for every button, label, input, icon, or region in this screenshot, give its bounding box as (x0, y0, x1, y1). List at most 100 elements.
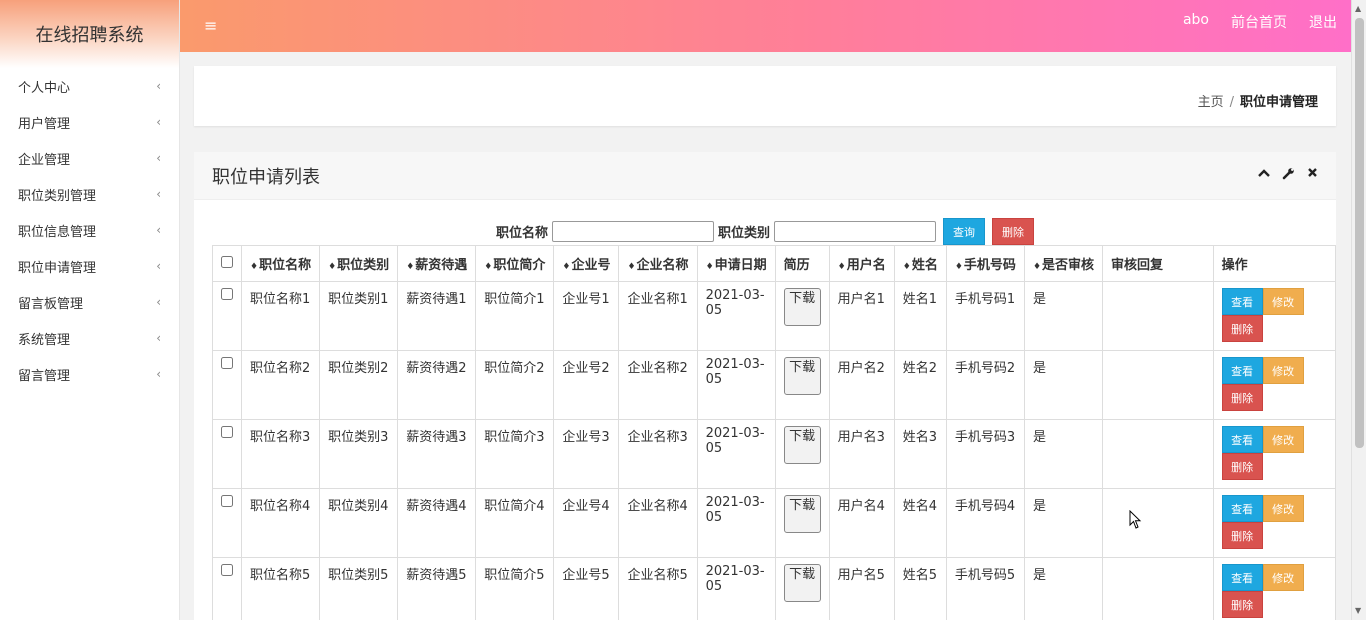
delete-button[interactable]: 删除 (1221, 315, 1263, 342)
view-button[interactable]: 查看 (1221, 564, 1263, 591)
download-resume-button[interactable]: 下载 (783, 288, 821, 326)
menu-toggle-icon[interactable]: ≡ (204, 16, 217, 35)
position-name-input[interactable] (552, 221, 714, 242)
cell-company-no: 企业号3 (553, 419, 620, 489)
applications-table: ♦职位名称 ♦职位类别 ♦薪资待遇 ♦职位简介 ♦企业号 ♦企业名称 ♦申请日期… (212, 245, 1336, 620)
delete-button[interactable]: 删除 (1221, 522, 1263, 549)
cell-resume: 下载 (774, 350, 830, 420)
close-icon[interactable] (1307, 167, 1318, 184)
panel-title: 职位申请列表 (212, 166, 320, 188)
col-intro[interactable]: ♦职位简介 (475, 245, 555, 282)
col-company-name[interactable]: ♦企业名称 (618, 245, 698, 282)
cell-salary: 薪资待遇5 (397, 557, 477, 620)
row-actions: 查看 修改 删除 (1221, 564, 1327, 618)
view-button[interactable]: 查看 (1221, 426, 1263, 453)
list-panel: 职位申请列表 职位名称 职位类别 查询 删除 ♦职位名称 ♦职位类别 ♦薪资待遇… (194, 152, 1336, 620)
download-resume-button[interactable]: 下载 (783, 564, 821, 602)
cell-realname: 姓名2 (893, 350, 947, 420)
cell-username: 用户名1 (828, 281, 895, 351)
search-button[interactable]: 查询 (943, 218, 986, 245)
user-link[interactable]: abo (1183, 12, 1209, 32)
sidebar-item[interactable]: 留言板管理 ‹ (0, 284, 179, 320)
position-type-input[interactable] (774, 221, 937, 242)
cell-intro: 职位简介5 (475, 557, 555, 620)
breadcrumb-current: 职位申请管理 (1239, 95, 1318, 110)
sidebar-item[interactable]: 职位申请管理 ‹ (0, 248, 179, 284)
row-checkbox[interactable] (221, 357, 233, 369)
col-approved[interactable]: ♦是否审核 (1023, 245, 1104, 282)
row-select-cell (212, 281, 242, 351)
cell-phone: 手机号码3 (945, 419, 1025, 489)
delete-button[interactable]: 删除 (1221, 453, 1263, 480)
scrollbar-thumb[interactable] (1355, 18, 1364, 448)
cell-company-name: 企业名称5 (618, 557, 698, 620)
cell-username: 用户名3 (828, 419, 895, 489)
chevron-left-icon: ‹ (156, 115, 161, 129)
cell-resume: 下载 (774, 419, 830, 489)
row-checkbox[interactable] (221, 288, 233, 300)
cell-reply (1102, 419, 1214, 489)
edit-button[interactable]: 修改 (1262, 564, 1304, 591)
wrench-icon[interactable] (1282, 167, 1295, 184)
sidebar-item[interactable]: 用户管理 ‹ (0, 104, 179, 140)
cell-name: 职位名称3 (240, 419, 321, 489)
col-username[interactable]: ♦用户名 (828, 245, 895, 282)
row-checkbox[interactable] (221, 426, 233, 438)
page-scrollbar[interactable]: ▲ ▼ (1351, 0, 1366, 620)
front-page-link[interactable]: 前台首页 (1231, 12, 1287, 32)
chevron-left-icon: ‹ (156, 151, 161, 165)
sidebar-item[interactable]: 企业管理 ‹ (0, 140, 179, 176)
cell-realname: 姓名3 (893, 419, 947, 489)
sort-icon: ♦ (1032, 262, 1042, 272)
view-button[interactable]: 查看 (1221, 357, 1263, 384)
col-company-no[interactable]: ♦企业号 (553, 245, 620, 282)
chevron-left-icon: ‹ (156, 79, 161, 93)
logout-link[interactable]: 退出 (1309, 12, 1337, 32)
sort-icon: ♦ (837, 262, 846, 272)
row-checkbox[interactable] (221, 564, 233, 576)
batch-delete-button[interactable]: 删除 (992, 218, 1035, 245)
edit-button[interactable]: 修改 (1262, 426, 1304, 453)
sort-icon: ♦ (705, 262, 714, 272)
select-all-checkbox[interactable] (221, 255, 233, 268)
scroll-up-icon[interactable]: ▲ (1355, 4, 1361, 13)
col-date[interactable]: ♦申请日期 (696, 245, 776, 282)
sidebar-item-label: 职位信息管理 (18, 224, 97, 240)
col-phone[interactable]: ♦手机号码 (945, 245, 1025, 282)
edit-button[interactable]: 修改 (1262, 288, 1304, 315)
select-all-cell (212, 245, 242, 282)
download-resume-button[interactable]: 下载 (783, 495, 821, 533)
sidebar-item[interactable]: 职位类别管理 ‹ (0, 176, 179, 212)
download-resume-button[interactable]: 下载 (783, 426, 821, 464)
sidebar-item[interactable]: 个人中心 ‹ (0, 68, 179, 104)
col-salary[interactable]: ♦薪资待遇 (397, 245, 477, 282)
col-type[interactable]: ♦职位类别 (319, 245, 399, 282)
edit-button[interactable]: 修改 (1262, 495, 1304, 522)
sidebar-item[interactable]: 留言管理 ‹ (0, 356, 179, 392)
cell-salary: 薪资待遇2 (397, 350, 477, 420)
cell-intro: 职位简介4 (475, 488, 555, 558)
cell-name: 职位名称2 (240, 350, 321, 420)
sidebar-item-label: 留言板管理 (18, 296, 84, 312)
cell-company-no: 企业号5 (553, 557, 620, 620)
delete-button[interactable]: 删除 (1221, 384, 1263, 411)
view-button[interactable]: 查看 (1221, 288, 1263, 315)
delete-button[interactable]: 删除 (1221, 591, 1263, 618)
sort-icon: ♦ (562, 262, 571, 272)
collapse-icon[interactable] (1258, 167, 1270, 184)
edit-button[interactable]: 修改 (1262, 357, 1304, 384)
row-checkbox[interactable] (221, 495, 233, 507)
cell-company-name: 企业名称2 (618, 350, 698, 420)
col-realname[interactable]: ♦姓名 (893, 245, 947, 282)
cell-type: 职位类别1 (319, 281, 399, 351)
view-button[interactable]: 查看 (1221, 495, 1263, 522)
chevron-left-icon: ‹ (156, 223, 161, 237)
sidebar: 在线招聘系统 个人中心 ‹ 用户管理 ‹ 企业管理 ‹ 职位类别管理 ‹ 职位信息管理 ‹ 职位申请… (0, 0, 180, 620)
download-resume-button[interactable]: 下载 (783, 357, 821, 395)
sidebar-item[interactable]: 职位信息管理 ‹ (0, 212, 179, 248)
scroll-down-icon[interactable]: ▼ (1355, 606, 1361, 615)
breadcrumb-home[interactable]: 主页 (1198, 95, 1224, 110)
cell-company-name: 企业名称4 (618, 488, 698, 558)
col-name[interactable]: ♦职位名称 (240, 245, 321, 282)
sidebar-item[interactable]: 系统管理 ‹ (0, 320, 179, 356)
